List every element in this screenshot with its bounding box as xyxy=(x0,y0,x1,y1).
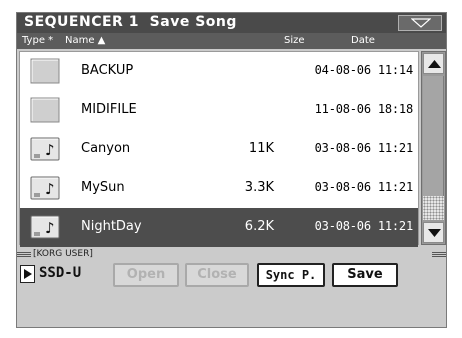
file-list: BACKUP 04-08-06 11:14 MIDIFILE 11-08-06 18:… xyxy=(19,51,419,247)
triangle-down-icon xyxy=(411,18,431,28)
svg-text:♪: ♪ xyxy=(45,141,55,159)
arrow-up-icon xyxy=(428,60,441,68)
current-path: [KORG USER] xyxy=(33,249,93,259)
arrow-down-icon xyxy=(428,229,441,237)
vertical-scrollbar[interactable] xyxy=(421,51,446,245)
open-button[interactable]: Open xyxy=(113,263,179,287)
path-divider-right xyxy=(432,252,446,258)
song-file-icon: ♪ xyxy=(30,215,60,239)
svg-text:♪: ♪ xyxy=(45,180,55,198)
column-name[interactable]: Name ▲ xyxy=(65,35,105,46)
file-date: 11-08-06 18:18 xyxy=(314,102,414,116)
file-name: Canyon xyxy=(81,141,131,156)
file-row[interactable]: ♪ MySun 3.3K 03-08-06 11:21 xyxy=(20,169,418,208)
sync-pages-button[interactable]: Sync P. xyxy=(257,263,325,287)
device-select-button[interactable] xyxy=(20,265,35,283)
file-row[interactable]: BACKUP 04-08-06 11:14 xyxy=(20,52,418,91)
play-triangle-icon xyxy=(24,269,32,279)
file-name: NightDay xyxy=(81,219,142,234)
song-file-icon: ♪ xyxy=(30,176,60,200)
file-row[interactable]: ♪ NightDay 6.2K 03-08-06 11:21 xyxy=(20,208,418,247)
file-row[interactable]: MIDIFILE 11-08-06 18:18 xyxy=(20,91,418,130)
column-header: Type * Name ▲ Size Date xyxy=(17,33,446,49)
file-size: 6.2K xyxy=(244,219,274,234)
svg-text:♪: ♪ xyxy=(45,219,55,237)
song-file-icon: ♪ xyxy=(30,137,60,161)
window-title: SEQUENCER 1 Save Song xyxy=(24,14,237,30)
scroll-thumb[interactable] xyxy=(423,76,444,196)
device-label[interactable]: SSD-U xyxy=(39,265,81,281)
save-button[interactable]: Save xyxy=(332,263,398,287)
title-bar: SEQUENCER 1 Save Song xyxy=(17,13,446,33)
scroll-track[interactable] xyxy=(423,76,444,220)
column-size[interactable]: Size xyxy=(284,35,305,46)
file-date: 03-08-06 11:21 xyxy=(314,180,414,194)
save-song-window: SEQUENCER 1 Save Song Type * Name ▲ Size… xyxy=(16,12,447,328)
scroll-track-remaining xyxy=(423,196,444,220)
page-menu-button[interactable] xyxy=(398,15,442,31)
file-date: 04-08-06 11:14 xyxy=(314,63,414,77)
scroll-up-button[interactable] xyxy=(423,53,444,74)
scroll-down-button[interactable] xyxy=(423,222,444,243)
file-name: MIDIFILE xyxy=(81,102,137,117)
column-date[interactable]: Date xyxy=(351,35,375,46)
file-name: MySun xyxy=(81,180,125,195)
file-size: 3.3K xyxy=(244,180,274,195)
file-size: 11K xyxy=(248,141,274,156)
folder-icon xyxy=(30,97,60,123)
close-button[interactable]: Close xyxy=(185,263,249,287)
folder-icon xyxy=(30,58,60,84)
column-type[interactable]: Type * xyxy=(22,35,53,46)
file-row[interactable]: ♪ Canyon 11K 03-08-06 11:21 xyxy=(20,130,418,169)
file-date: 03-08-06 11:21 xyxy=(314,219,414,233)
path-divider-left xyxy=(17,252,31,258)
file-date: 03-08-06 11:21 xyxy=(314,141,414,155)
file-name: BACKUP xyxy=(81,63,134,78)
